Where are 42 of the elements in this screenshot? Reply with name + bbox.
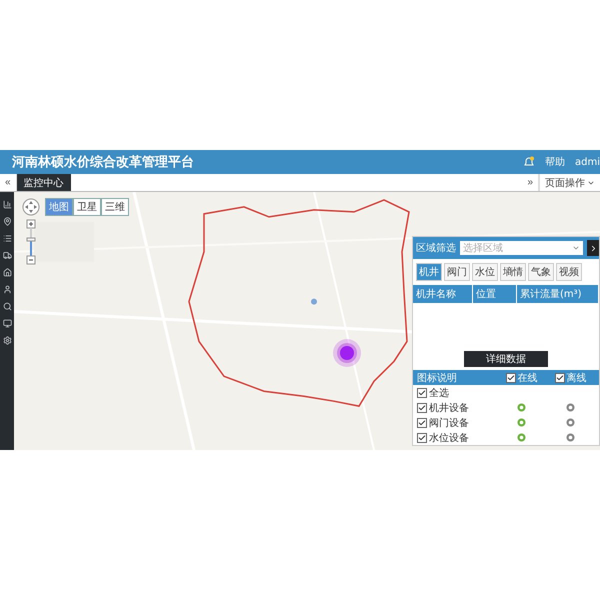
device-label: 阀门设备 <box>429 416 469 430</box>
status-label: 在线 <box>518 372 538 384</box>
user-icon[interactable] <box>2 285 12 294</box>
monitor-icon[interactable] <box>2 319 12 328</box>
help-link[interactable]: 帮助 <box>545 155 565 169</box>
checkbox[interactable] <box>506 372 516 382</box>
device-label: 水位设备 <box>429 432 469 444</box>
column-header: 机井名称 <box>413 285 473 303</box>
caret-icon <box>572 244 580 252</box>
device-tab[interactable]: 阀门 <box>444 263 470 281</box>
device-tab[interactable]: 气象 <box>528 263 554 281</box>
device-tab[interactable]: 机井 <box>416 263 442 281</box>
checkbox[interactable] <box>554 372 564 382</box>
filter-label: 区域筛选 <box>416 242 456 255</box>
checkbox[interactable] <box>417 418 427 428</box>
chart-icon[interactable] <box>2 200 12 209</box>
device-label: 机井设备 <box>429 402 469 414</box>
map-type-button[interactable]: 三维 <box>101 198 129 216</box>
device-tab[interactable]: 墒情 <box>500 263 526 281</box>
column-header: 累计流量(m³) <box>517 285 599 303</box>
map-type-button[interactable]: 卫星 <box>73 198 101 216</box>
home-icon[interactable] <box>2 268 12 277</box>
select-all-label: 全选 <box>429 386 449 400</box>
column-header: 位置 <box>473 285 517 303</box>
notification-bell-icon[interactable] <box>523 156 535 168</box>
checkbox[interactable] <box>417 432 427 442</box>
status-label: 离线 <box>566 372 586 384</box>
device-tab[interactable]: 水位 <box>472 263 498 281</box>
app-title: 河南林硕水价综合改革管理平台 <box>12 154 195 171</box>
checkbox[interactable] <box>417 402 427 412</box>
search-icon[interactable] <box>2 302 12 311</box>
user-name[interactable]: admi <box>575 156 600 168</box>
legend-title: 图标说明 <box>417 372 457 384</box>
page-tab[interactable]: 监控中心 <box>16 174 71 191</box>
checkbox[interactable] <box>417 388 427 398</box>
truck-icon[interactable] <box>2 251 12 260</box>
map-pin-icon[interactable] <box>2 217 12 226</box>
settings-icon[interactable] <box>2 336 12 345</box>
device-tab[interactable]: 视频 <box>556 263 582 281</box>
detail-data-button[interactable]: 详细数据 <box>464 351 548 367</box>
list-icon[interactable] <box>2 234 12 243</box>
location-marker-icon[interactable] <box>332 338 362 368</box>
